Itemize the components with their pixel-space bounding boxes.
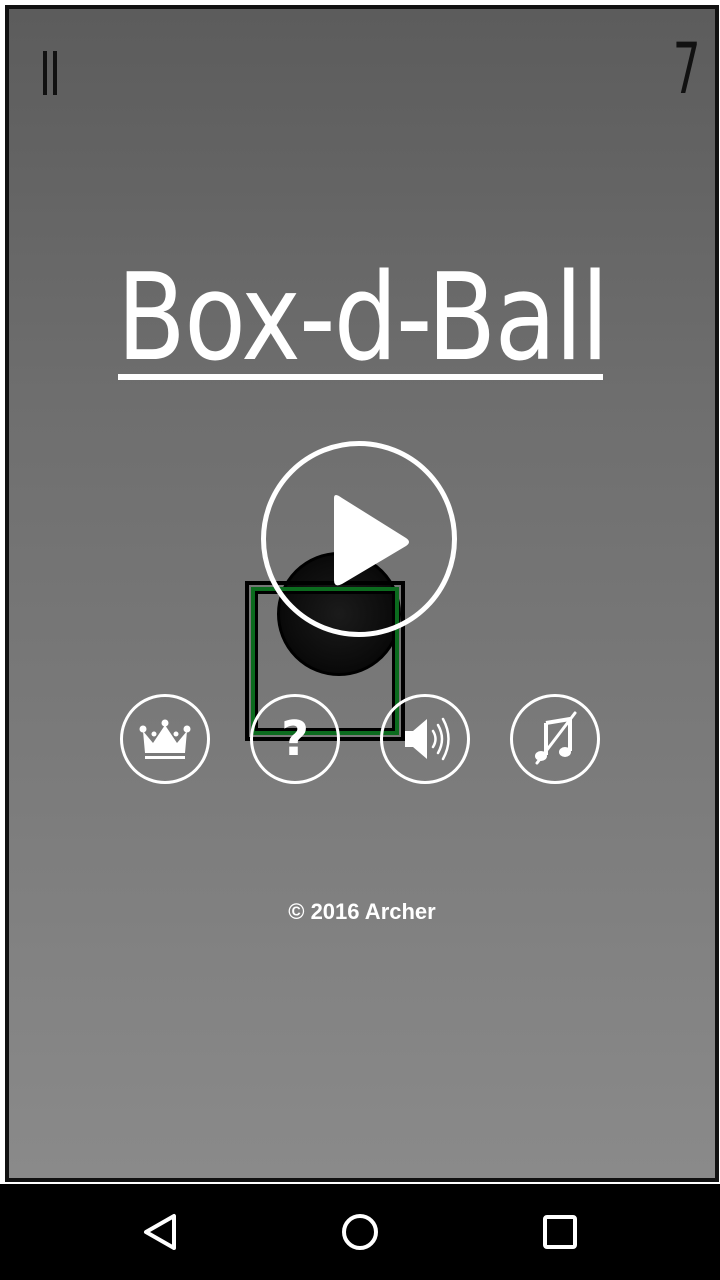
recents-square-icon <box>543 1215 577 1249</box>
music-toggle-button[interactable] <box>510 694 600 784</box>
question-icon: ? <box>281 711 309 767</box>
title-underline <box>118 374 603 380</box>
android-nav-bar <box>0 1184 720 1280</box>
home-button[interactable] <box>330 1202 390 1262</box>
recents-button[interactable] <box>530 1202 590 1262</box>
leaderboard-button[interactable] <box>120 694 210 784</box>
app-screen: 7 Box-d-Ball ? © 2016 Archer <box>0 0 720 1280</box>
game-title-text: Box-d-Ball <box>116 249 609 388</box>
play-button[interactable] <box>261 441 457 637</box>
score-counter: 7 <box>673 28 701 110</box>
home-circle-icon <box>342 1214 378 1250</box>
game-title: Box-d-Ball <box>9 249 715 389</box>
back-triangle-icon <box>144 1214 176 1250</box>
game-area[interactable]: 7 Box-d-Ball ? © 2016 Archer <box>5 5 719 1182</box>
pause-button[interactable] <box>33 39 73 103</box>
play-icon <box>334 495 409 586</box>
speaker-icon <box>405 717 450 761</box>
music-muted-icon <box>535 711 577 765</box>
back-button[interactable] <box>130 1202 190 1262</box>
sound-toggle-button[interactable] <box>380 694 470 784</box>
copyright-text: © 2016 Archer <box>288 899 436 924</box>
crown-icon <box>139 719 191 759</box>
help-button[interactable]: ? <box>250 694 340 784</box>
